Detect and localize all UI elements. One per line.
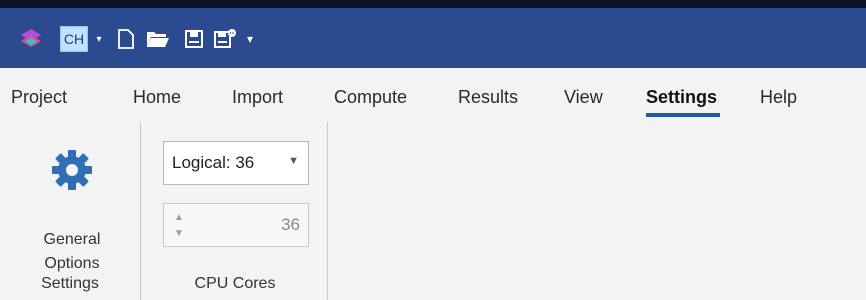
profile-initials: CH: [63, 31, 85, 47]
chevron-down-icon: ▾: [96, 33, 102, 45]
new-file-icon: [118, 29, 134, 49]
chevron-down-icon: ▾: [246, 32, 254, 46]
tab-results[interactable]: Results: [458, 87, 518, 108]
group-divider: [140, 122, 141, 300]
cpu-cores-value: 36: [281, 215, 300, 234]
cpu-cores-stepper[interactable]: ▲ ▼ 36: [163, 203, 309, 247]
general-options-label: General Options: [43, 231, 101, 272]
tab-help[interactable]: Help: [760, 87, 797, 108]
group-divider: [327, 122, 328, 300]
open-folder-icon: [147, 32, 169, 47]
tab-view[interactable]: View: [564, 87, 603, 108]
cpu-mode-select[interactable]: Logical: 36 ▼: [163, 141, 309, 185]
open-folder-button[interactable]: [145, 26, 171, 52]
cpu-cores-group-label: CPU Cores: [194, 275, 276, 292]
gear-icon: [52, 150, 92, 190]
customize-toolbar-button[interactable]: ▾: [243, 26, 257, 52]
tab-project[interactable]: Project: [11, 87, 67, 108]
window-top-strip: [0, 0, 866, 8]
save-icon: [185, 30, 203, 48]
active-tab-indicator: [646, 113, 720, 117]
general-options-button[interactable]: General Options: [22, 136, 122, 272]
cpu-mode-value: Logical: 36: [172, 153, 255, 172]
profile-box[interactable]: CH: [60, 26, 88, 52]
stepper-up-icon[interactable]: ▲: [172, 210, 186, 224]
tab-compute[interactable]: Compute: [334, 87, 407, 108]
ribbon-tabs: Project Home Import Compute Results View…: [0, 68, 866, 122]
save-as-icon: [214, 29, 236, 48]
chevron-down-icon: ▼: [288, 155, 299, 167]
profile-dropdown-caret[interactable]: ▾: [92, 26, 106, 52]
stepper-down-icon[interactable]: ▼: [172, 226, 186, 240]
tab-home[interactable]: Home: [133, 87, 181, 108]
save-button[interactable]: [181, 26, 207, 52]
new-file-button[interactable]: [113, 26, 139, 52]
tab-import[interactable]: Import: [232, 87, 283, 108]
settings-group-label: Settings: [41, 275, 99, 292]
tab-settings[interactable]: Settings: [646, 87, 717, 108]
ribbon-panel: General Options Settings Logical: 36 ▼ ▲…: [0, 122, 866, 300]
quick-access-toolbar: CH ▾ ▾: [0, 0, 866, 68]
save-as-button[interactable]: [212, 26, 238, 52]
app-logo-icon[interactable]: [18, 26, 44, 52]
